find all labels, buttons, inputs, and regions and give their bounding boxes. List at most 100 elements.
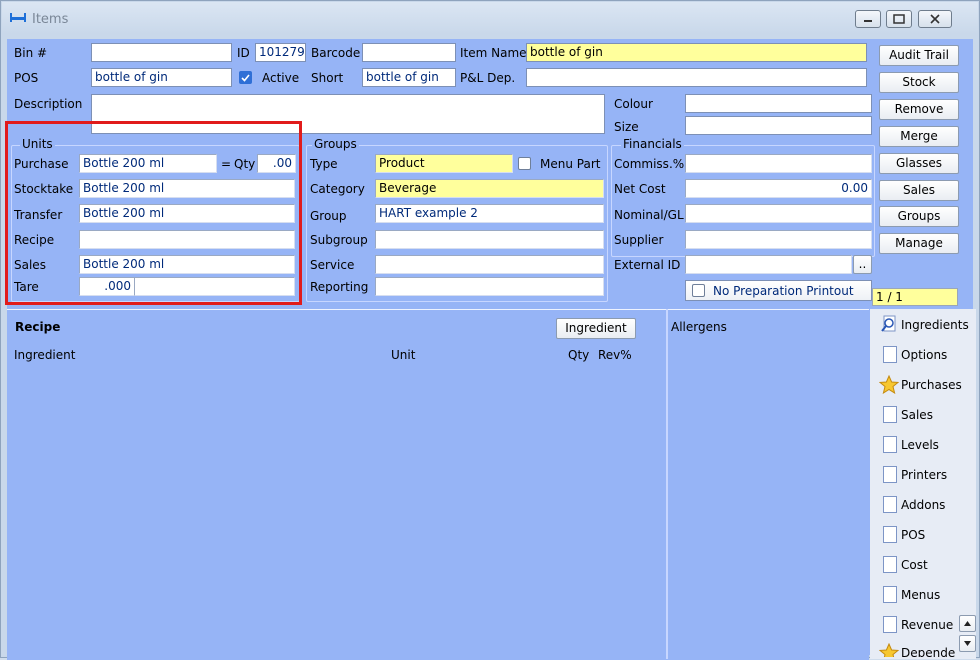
window-title: Items <box>32 12 69 27</box>
side-tab-label: Dependen <box>901 646 956 657</box>
colour-field[interactable] <box>685 94 872 113</box>
side-tab-levels[interactable]: Levels <box>874 431 971 459</box>
close-icon <box>930 14 940 24</box>
id-field[interactable]: 101279 <box>255 43 306 62</box>
item-name-label: Item Name <box>460 46 527 60</box>
barcode-field[interactable] <box>362 43 456 62</box>
side-tab-ingredients[interactable]: Ingredients <box>874 311 971 339</box>
groups-group-label: Groups <box>312 137 359 151</box>
scroll-up-button[interactable] <box>959 615 976 632</box>
subgroup-label: Subgroup <box>310 233 368 247</box>
nominal-gl-label: Nominal/GL <box>614 208 684 222</box>
allergens-label: Allergens <box>671 320 727 334</box>
recipe-panel <box>7 309 869 660</box>
reporting-field[interactable] <box>375 277 604 296</box>
external-id-lookup-button[interactable]: .. <box>853 255 872 274</box>
page-icon <box>883 526 897 543</box>
record-counter: 1 / 1 <box>872 288 958 306</box>
side-tab-label: Revenue <box>901 618 954 632</box>
page-icon <box>883 586 897 603</box>
sales-button[interactable]: Sales <box>879 180 959 201</box>
nominal-gl-field[interactable] <box>685 204 872 223</box>
bin-field[interactable] <box>91 43 232 62</box>
manage-button[interactable]: Manage <box>879 233 959 254</box>
triangle-down-icon <box>964 641 971 646</box>
side-tab-label: Sales <box>901 408 933 422</box>
net-cost-field[interactable]: 0.00 <box>685 179 872 198</box>
scroll-down-button[interactable] <box>959 635 976 652</box>
category-label: Category <box>310 182 365 196</box>
colour-label: Colour <box>614 97 653 111</box>
title-bar: Items <box>2 2 978 34</box>
side-tab-label: POS <box>901 528 926 542</box>
remove-button[interactable]: Remove <box>879 99 959 120</box>
side-tab-options[interactable]: Options <box>874 341 971 369</box>
side-tab-pos[interactable]: POS <box>874 521 971 549</box>
page-icon <box>883 436 897 453</box>
bed-icon <box>10 13 26 22</box>
merge-button[interactable]: Merge <box>879 126 959 147</box>
type-field[interactable]: Product <box>375 154 513 173</box>
net-cost-label: Net Cost <box>614 182 666 196</box>
audit-trail-button[interactable]: Audit Trail <box>879 45 959 66</box>
items-window: Items Bin # ID 101279 Barcode Item Name … <box>0 0 980 660</box>
stock-button[interactable]: Stock <box>879 72 959 93</box>
size-field[interactable] <box>685 116 872 135</box>
no-prep-printout-label: No Preparation Printout <box>713 284 854 298</box>
page-icon <box>883 556 897 573</box>
side-tab-dependencies[interactable]: Dependen <box>874 639 956 657</box>
side-tab-label: Printers <box>901 468 948 482</box>
description-label: Description <box>14 97 83 111</box>
maximize-icon <box>893 14 905 24</box>
side-tab-menus[interactable]: Menus <box>874 581 971 609</box>
category-field[interactable]: Beverage <box>375 179 604 198</box>
item-name-field[interactable]: bottle of gin <box>526 43 867 62</box>
page-icon <box>883 466 897 483</box>
maximize-button[interactable] <box>886 10 912 28</box>
commiss-label: Commiss.% <box>614 157 685 171</box>
bin-label: Bin # <box>14 46 48 60</box>
supplier-field[interactable] <box>685 230 872 249</box>
external-id-field[interactable] <box>685 255 852 274</box>
side-tab-label: Levels <box>901 438 939 452</box>
active-checkbox[interactable] <box>239 71 252 84</box>
pos-field[interactable]: bottle of gin <box>91 68 232 87</box>
service-field[interactable] <box>375 255 604 274</box>
no-prep-printout-checkbox[interactable] <box>692 284 705 297</box>
side-tab-purchases[interactable]: Purchases <box>874 371 971 399</box>
pl-dep-field[interactable] <box>526 68 867 87</box>
side-tab-revenue[interactable]: Revenue <box>874 611 971 639</box>
menu-part-label: Menu Part <box>540 157 601 171</box>
col-header-qty: Qty <box>568 348 590 362</box>
minimize-button[interactable] <box>855 10 881 28</box>
group-label: Group <box>310 209 347 223</box>
triangle-up-icon <box>964 621 971 626</box>
side-tab-cost[interactable]: Cost <box>874 551 971 579</box>
short-field[interactable]: bottle of gin <box>362 68 456 87</box>
close-button[interactable] <box>918 10 952 28</box>
pl-dep-label: P&L Dep. <box>460 71 516 85</box>
panel-divider <box>666 309 668 659</box>
recipe-title: Recipe <box>15 320 61 334</box>
barcode-label: Barcode <box>311 46 361 60</box>
side-tab-label: Addons <box>901 498 946 512</box>
service-label: Service <box>310 258 355 272</box>
minimize-icon <box>864 20 872 22</box>
supplier-label: Supplier <box>614 233 664 247</box>
glasses-button[interactable]: Glasses <box>879 153 959 174</box>
menu-part-checkbox[interactable] <box>518 157 531 170</box>
groups-button[interactable]: Groups <box>879 206 959 227</box>
side-tab-label: Options <box>901 348 948 362</box>
group-field[interactable]: HART example 2 <box>375 204 604 223</box>
subgroup-field[interactable] <box>375 230 604 249</box>
star-icon <box>879 375 899 394</box>
col-header-ingredient: Ingredient <box>14 348 76 362</box>
side-tab-addons[interactable]: Addons <box>874 491 971 519</box>
side-tab-sales[interactable]: Sales <box>874 401 971 429</box>
add-ingredient-button[interactable]: Ingredient <box>556 318 636 339</box>
highlight-box <box>5 121 302 305</box>
commiss-field[interactable] <box>685 154 872 173</box>
side-tab-label: Menus <box>901 588 941 602</box>
side-tab-printers[interactable]: Printers <box>874 461 971 489</box>
checkmark-icon <box>241 74 250 82</box>
